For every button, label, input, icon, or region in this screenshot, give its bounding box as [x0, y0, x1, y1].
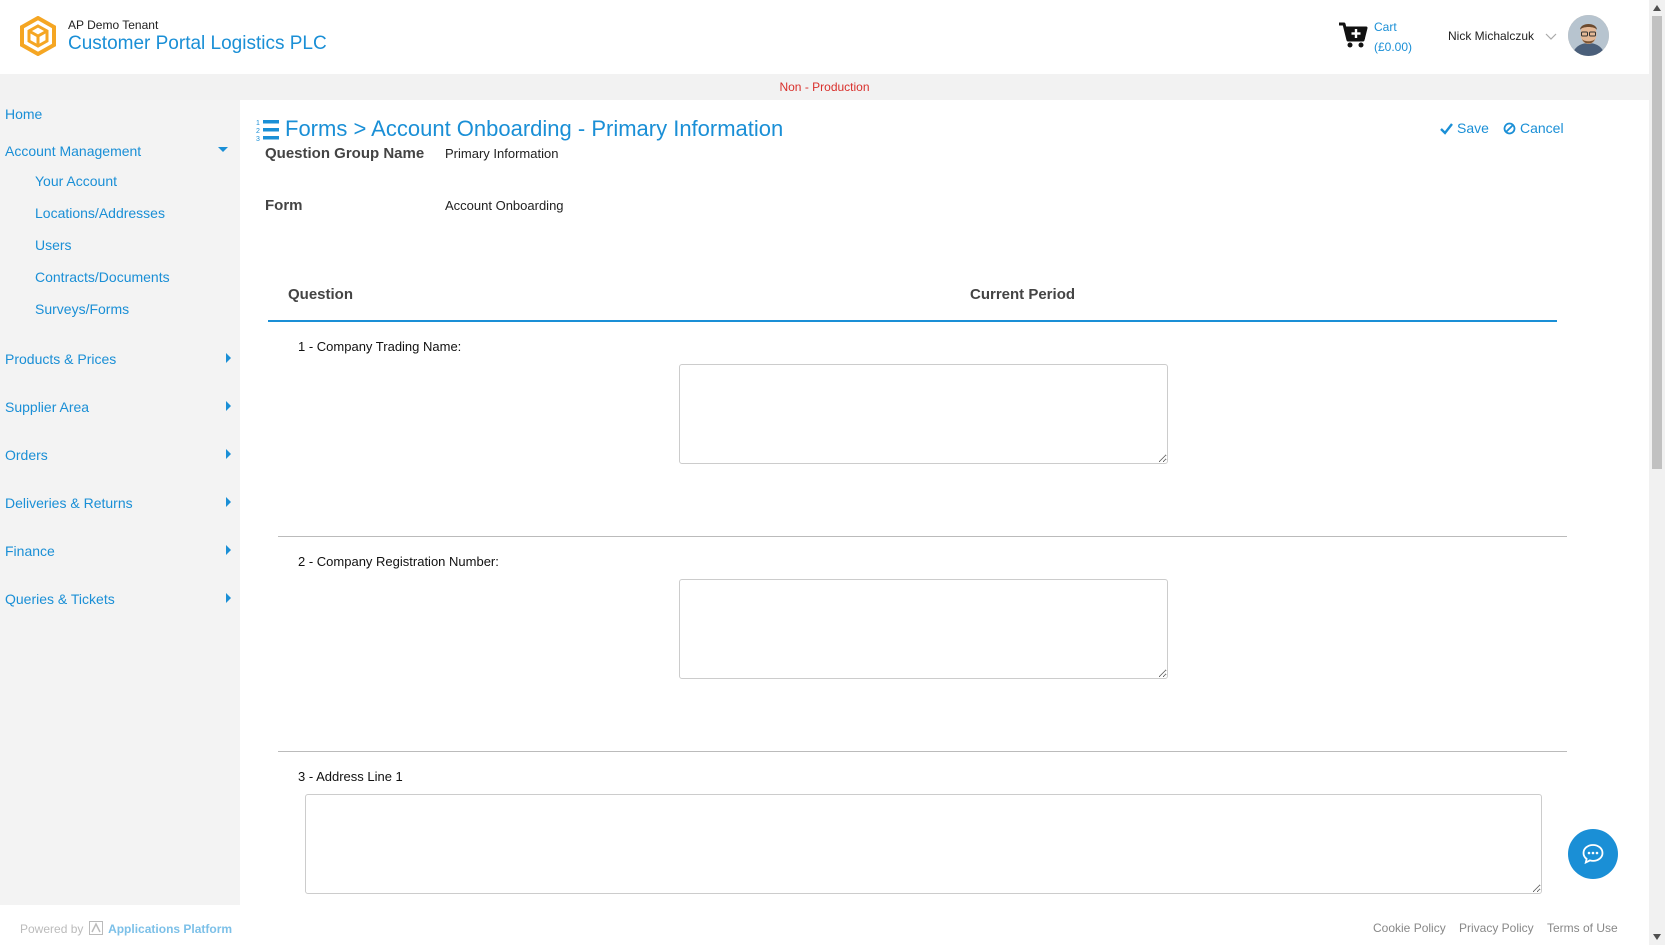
scroll-up-arrow-icon[interactable]: [1652, 3, 1662, 13]
sidebar-item-account-management[interactable]: Account Management: [5, 143, 141, 159]
sidebar-item-finance[interactable]: Finance: [5, 543, 55, 559]
cart-link[interactable]: Cart: [1374, 20, 1397, 34]
top-header: AP Demo Tenant Customer Portal Logistics…: [0, 0, 1649, 74]
question-group-label: Question Group Name: [265, 145, 425, 162]
caret-down-icon[interactable]: [217, 146, 229, 154]
caret-right-icon[interactable]: [224, 400, 232, 412]
form-label: Form: [265, 197, 303, 214]
scrollbar-thumb[interactable]: [1652, 16, 1662, 469]
answer-field-3[interactable]: [305, 794, 1542, 894]
tenant-name: AP Demo Tenant: [68, 18, 159, 32]
environment-banner: Non - Production: [0, 74, 1649, 100]
save-button[interactable]: Save: [1440, 120, 1489, 136]
svg-text:2: 2: [256, 128, 260, 135]
answer-field-1[interactable]: [679, 364, 1168, 464]
sidebar-item-orders[interactable]: Orders: [5, 447, 48, 463]
chevron-down-icon[interactable]: [1544, 30, 1558, 44]
portal-title[interactable]: Customer Portal Logistics PLC: [68, 33, 327, 55]
sidebar-item-your-account[interactable]: Your Account: [35, 173, 117, 189]
sidebar-item-surveys-forms[interactable]: Surveys/Forms: [35, 301, 129, 317]
caret-right-icon[interactable]: [224, 544, 232, 556]
svg-text:1: 1: [256, 120, 260, 127]
sidebar-nav: Home Account Management Your Account Loc…: [0, 100, 240, 905]
sidebar-item-queries-tickets[interactable]: Queries & Tickets: [5, 591, 115, 607]
cart-total[interactable]: (£0.00): [1374, 40, 1412, 54]
question-label-1: 1 - Company Trading Name:: [298, 339, 462, 354]
page-title: Forms > Account Onboarding - Primary Inf…: [285, 116, 784, 141]
cart-icon[interactable]: [1338, 20, 1368, 50]
column-header-question: Question: [288, 286, 354, 303]
scroll-down-arrow-icon[interactable]: [1652, 932, 1662, 942]
company-logo-icon[interactable]: [18, 16, 58, 56]
row-divider: [278, 536, 1567, 537]
form-value: Account Onboarding: [445, 198, 564, 213]
sidebar-item-products-prices[interactable]: Products & Prices: [5, 351, 116, 367]
platform-logo-icon: [88, 921, 103, 935]
user-avatar[interactable]: [1568, 15, 1609, 56]
sidebar-item-contracts-documents[interactable]: Contracts/Documents: [35, 269, 170, 285]
ordered-list-icon: 1 2 3: [256, 120, 279, 142]
cancel-button[interactable]: Cancel: [1503, 120, 1564, 136]
powered-by: Powered by Applications Platform: [20, 921, 232, 936]
sidebar-item-deliveries-returns[interactable]: Deliveries & Returns: [5, 495, 133, 511]
sidebar-item-supplier-area[interactable]: Supplier Area: [5, 399, 89, 415]
save-label: Save: [1457, 120, 1489, 136]
header-divider: [268, 320, 1557, 322]
row-divider: [278, 751, 1567, 752]
powered-by-text: Powered by: [20, 922, 84, 936]
chat-button[interactable]: [1568, 829, 1618, 879]
answer-field-2[interactable]: [679, 579, 1168, 679]
user-portrait-icon: [1568, 15, 1609, 56]
cancel-label: Cancel: [1520, 120, 1564, 136]
terms-of-use-link[interactable]: Terms of Use: [1547, 921, 1618, 935]
ban-icon: [1503, 122, 1516, 135]
check-icon: [1440, 123, 1453, 135]
caret-right-icon[interactable]: [224, 592, 232, 604]
chat-bubble-icon: [1582, 844, 1604, 865]
sidebar-item-users[interactable]: Users: [35, 237, 72, 253]
column-header-current-period: Current Period: [970, 286, 1076, 303]
sidebar-item-home[interactable]: Home: [5, 106, 42, 122]
caret-right-icon[interactable]: [224, 352, 232, 364]
caret-right-icon[interactable]: [224, 448, 232, 460]
question-label-2: 2 - Company Registration Number:: [298, 554, 499, 569]
platform-link[interactable]: Applications Platform: [108, 922, 232, 936]
user-name[interactable]: Nick Michalczuk: [1448, 29, 1534, 43]
question-group-value: Primary Information: [445, 146, 559, 161]
sidebar-item-locations-addresses[interactable]: Locations/Addresses: [35, 205, 165, 221]
caret-right-icon[interactable]: [224, 496, 232, 508]
cookie-policy-link[interactable]: Cookie Policy: [1373, 921, 1446, 935]
question-label-3: 3 - Address Line 1: [298, 769, 403, 784]
page-footer: Powered by Applications Platform Cookie …: [0, 905, 1649, 945]
svg-text:3: 3: [256, 136, 260, 142]
privacy-policy-link[interactable]: Privacy Policy: [1459, 921, 1534, 935]
